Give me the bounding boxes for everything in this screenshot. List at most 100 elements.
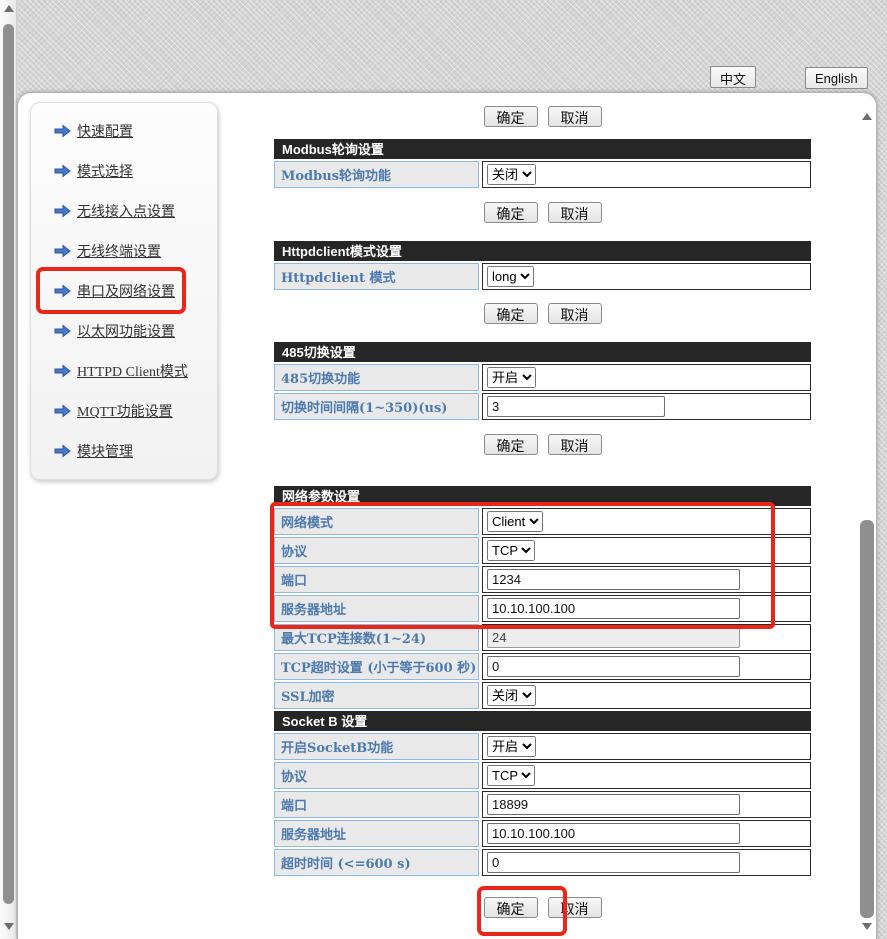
section-title: 网络参数设置: [274, 486, 811, 506]
field-label: 切换时间间隔(1~350)(us): [274, 393, 479, 420]
table-row: TCP超时设置 (小于等于600 秒): [274, 653, 811, 680]
sidebar-item-label: 快速配置: [77, 125, 133, 140]
sidebar-item-label: 无线接入点设置: [77, 205, 175, 220]
field-label: 服务器地址: [274, 820, 479, 847]
field-label: 超时时间 (<=600 s): [274, 849, 479, 876]
scroll-down-icon[interactable]: [4, 923, 14, 930]
ssl-encryption-select[interactable]: 关闭: [487, 685, 536, 706]
httpdclient-mode-select[interactable]: long: [487, 266, 534, 287]
table-row: 协议 TCP: [274, 762, 811, 789]
field-label: 开启SocketB功能: [274, 733, 479, 760]
arrow-icon: [54, 404, 71, 418]
field-label: TCP超时设置 (小于等于600 秒): [274, 653, 479, 680]
socketb-timeout-input[interactable]: [487, 852, 740, 873]
network-button-row: 确定 取消: [274, 897, 811, 918]
table-row: 网络模式 Client: [274, 508, 811, 535]
max-tcp-connections-input: [487, 627, 740, 648]
table-row: 最大TCP连接数(1~24): [274, 624, 811, 651]
sidebar: 快速配置 模式选择 无线接入点设置 无线终端设置 串口及网络设置 以太网功能设置…: [30, 102, 218, 480]
section-title: Socket B 设置: [274, 711, 811, 731]
sidebar-item-serial-network-settings[interactable]: 串口及网络设置: [31, 271, 217, 311]
cancel-button[interactable]: 取消: [547, 303, 602, 324]
rs485-switch-select[interactable]: 开启: [487, 367, 536, 388]
sidebar-item-wireless-ap-settings[interactable]: 无线接入点设置: [31, 191, 217, 231]
port-input[interactable]: [487, 569, 740, 590]
top-button-row: 确定 取消: [274, 106, 811, 127]
sidebar-item-httpd-client-mode[interactable]: HTTPD Client模式: [31, 351, 217, 391]
arrow-icon: [54, 124, 71, 138]
table-row: SSL加密 关闭: [274, 682, 811, 709]
modbus-poll-select[interactable]: 关闭: [487, 164, 536, 185]
ok-button[interactable]: 确定: [483, 202, 538, 223]
section-title: 485切换设置: [274, 342, 811, 362]
table-row: 485切换功能 开启: [274, 364, 811, 391]
table-row: 服务器地址: [274, 595, 811, 622]
table-row: 协议 TCP: [274, 537, 811, 564]
table-row: Modbus轮询功能 关闭: [274, 161, 811, 188]
field-label: 485切换功能: [274, 364, 479, 391]
table-row: 超时时间 (<=600 s): [274, 849, 811, 876]
section-title: Httpdclient模式设置: [274, 241, 811, 261]
tcp-timeout-input[interactable]: [487, 656, 740, 677]
scroll-up-icon[interactable]: [4, 5, 14, 12]
network-mode-select[interactable]: Client: [487, 511, 543, 532]
field-label: Httpdclient 模式: [274, 263, 479, 290]
sidebar-item-label: 以太网功能设置: [77, 325, 175, 340]
socketb-enable-select[interactable]: 开启: [487, 736, 536, 757]
arrow-icon: [54, 204, 71, 218]
scroll-down-icon[interactable]: [862, 923, 872, 930]
sidebar-item-mqtt-settings[interactable]: MQTT功能设置: [31, 391, 217, 431]
field-label: 协议: [274, 537, 479, 564]
httpdclient-settings-table: Httpdclient模式设置 Httpdclient 模式 long: [274, 241, 811, 290]
modbus-button-row: 确定 取消: [274, 202, 811, 223]
cancel-button[interactable]: 取消: [547, 202, 602, 223]
arrow-icon: [54, 444, 71, 458]
ok-button[interactable]: 确定: [483, 106, 538, 127]
sidebar-item-label: MQTT功能设置: [77, 405, 173, 420]
field-label: 最大TCP连接数(1~24): [274, 624, 479, 651]
field-label: 端口: [274, 566, 479, 593]
left-scrollbar-thumb[interactable]: [3, 24, 14, 904]
left-scrollbar[interactable]: [0, 0, 17, 939]
chinese-language-button[interactable]: 中文: [710, 66, 757, 88]
sidebar-item-ethernet-settings[interactable]: 以太网功能设置: [31, 311, 217, 351]
field-label: Modbus轮询功能: [274, 161, 479, 188]
ok-button[interactable]: 确定: [483, 897, 538, 918]
network-settings-table: 网络参数设置 网络模式 Client 协议 TCP 端口 服务器地址: [274, 486, 811, 876]
english-language-button[interactable]: English: [805, 67, 868, 89]
field-label: 协议: [274, 762, 479, 789]
socketb-protocol-select[interactable]: TCP: [487, 765, 535, 786]
arrow-icon: [54, 324, 71, 338]
sidebar-item-label: 模块管理: [77, 445, 133, 460]
sidebar-item-label: 模式选择: [77, 165, 133, 180]
field-label: 网络模式: [274, 508, 479, 535]
arrow-icon: [54, 164, 71, 178]
httpdclient-button-row: 确定 取消: [274, 303, 811, 324]
table-row: 端口: [274, 566, 811, 593]
cancel-button[interactable]: 取消: [547, 897, 602, 918]
modbus-settings-table: Modbus轮询设置 Modbus轮询功能 关闭: [274, 139, 811, 188]
sidebar-item-label: 串口及网络设置: [77, 285, 175, 300]
protocol-select[interactable]: TCP: [487, 540, 535, 561]
sidebar-item-module-management[interactable]: 模块管理: [31, 431, 217, 471]
server-address-input[interactable]: [487, 598, 740, 619]
cancel-button[interactable]: 取消: [547, 434, 602, 455]
sidebar-item-quick-config[interactable]: 快速配置: [31, 111, 217, 151]
table-row: 开启SocketB功能 开启: [274, 733, 811, 760]
switch-interval-input[interactable]: [487, 396, 665, 417]
ok-button[interactable]: 确定: [483, 434, 538, 455]
sidebar-item-label: HTTPD Client模式: [77, 365, 188, 380]
cancel-button[interactable]: 取消: [547, 106, 602, 127]
ok-button[interactable]: 确定: [483, 303, 538, 324]
arrow-icon: [54, 284, 71, 298]
rs485-settings-table: 485切换设置 485切换功能 开启 切换时间间隔(1~350)(us): [274, 342, 811, 420]
socketb-port-input[interactable]: [487, 794, 740, 815]
rs485-button-row: 确定 取消: [274, 434, 811, 455]
sidebar-item-label: 无线终端设置: [77, 245, 161, 260]
sidebar-item-wireless-sta-settings[interactable]: 无线终端设置: [31, 231, 217, 271]
scroll-up-icon[interactable]: [862, 113, 872, 120]
socketb-server-address-input[interactable]: [487, 823, 740, 844]
sidebar-item-mode-select[interactable]: 模式选择: [31, 151, 217, 191]
arrow-icon: [54, 244, 71, 258]
content-scrollbar-thumb[interactable]: [860, 520, 874, 918]
